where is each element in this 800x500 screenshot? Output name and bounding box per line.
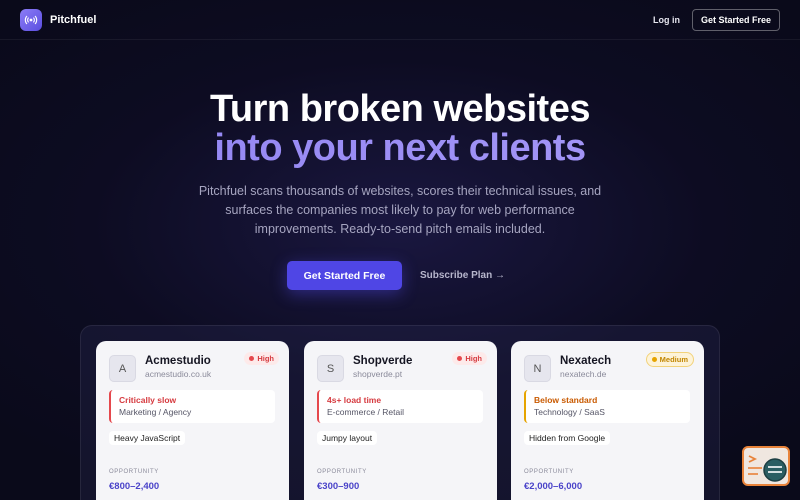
issue-box: Below standard Technology / SaaS — [524, 390, 690, 423]
support-chat-icon[interactable] — [742, 446, 790, 486]
issue-tag: Hidden from Google — [524, 431, 611, 445]
opportunity-label: OPPORTUNITY — [109, 469, 159, 475]
company-avatar: A — [109, 355, 136, 382]
company-domain: acmestudio.co.uk — [145, 369, 212, 379]
company-name: Shopverde — [353, 355, 413, 367]
status-dot-icon — [457, 356, 463, 361]
lead-card[interactable]: N Nexatech nexatech.de Medium Below stan… — [511, 341, 704, 500]
opportunity-label: OPPORTUNITY — [317, 469, 367, 475]
priority-badge: High — [244, 352, 279, 365]
issue-tag: Heavy JavaScript — [109, 431, 186, 445]
issue-title: 4s+ load time — [327, 395, 382, 405]
issue-category: Technology / SaaS — [534, 407, 605, 417]
company-domain: nexatech.de — [560, 369, 607, 379]
subscribe-plan-link[interactable]: Subscribe Plan → — [412, 261, 513, 290]
company-avatar: N — [524, 355, 551, 382]
status-dot-icon — [651, 357, 657, 362]
issue-tag: Jumpy layout — [317, 431, 378, 445]
login-link[interactable]: Log in — [653, 15, 680, 25]
brand-name: Pitchfuel — [50, 13, 97, 26]
company-name: Nexatech — [560, 355, 612, 367]
hero-title-line2: into your next clients — [0, 128, 800, 168]
opportunity-value: €800–2,400 — [109, 481, 160, 492]
broadcast-icon — [20, 8, 42, 31]
brand[interactable]: Pitchfuel — [20, 8, 97, 31]
hero-title-line1: Turn broken websites — [210, 88, 590, 130]
get-started-button[interactable]: Get Started Free — [286, 261, 402, 290]
opportunity-value: €2,000–6,000 — [524, 481, 583, 492]
company-avatar: S — [317, 355, 344, 382]
priority-label: Medium — [659, 355, 688, 364]
card-header: A Acmestudio acmestudio.co.uk — [109, 355, 211, 382]
nav-actions: Log in Get Started Free — [653, 8, 780, 31]
hero: Turn broken websites into your next clie… — [0, 90, 800, 239]
issue-box: Critically slow Marketing / Agency — [109, 390, 275, 423]
nav-get-started-button[interactable]: Get Started Free — [691, 8, 780, 31]
opportunity-label: OPPORTUNITY — [524, 469, 574, 475]
card-header: N Nexatech nexatech.de — [524, 355, 611, 382]
status-dot-icon — [249, 356, 255, 361]
priority-label: High — [465, 354, 482, 363]
priority-label: High — [257, 354, 274, 363]
priority-badge: High — [452, 352, 487, 365]
lead-card[interactable]: A Acmestudio acmestudio.co.uk High Criti… — [96, 341, 289, 500]
company-name: Acmestudio — [145, 355, 211, 367]
priority-badge: Medium — [645, 352, 694, 367]
hero-subtitle: Pitchfuel scans thousands of websites, s… — [198, 184, 602, 236]
issue-title: Critically slow — [119, 395, 177, 405]
opportunity-value: €300–900 — [317, 481, 360, 492]
issue-box: 4s+ load time E-commerce / Retail — [317, 390, 483, 423]
lead-card[interactable]: S Shopverde shopverde.pt High 4s+ load t… — [304, 341, 497, 500]
issue-title: Below standard — [534, 395, 598, 405]
top-nav: Pitchfuel Log in Get Started Free — [0, 0, 800, 40]
card-header: S Shopverde shopverde.pt — [317, 355, 412, 382]
issue-category: E-commerce / Retail — [327, 407, 404, 417]
issue-category: Marketing / Agency — [119, 407, 192, 417]
hero-ctas: Get Started Free Subscribe Plan → — [0, 261, 800, 290]
company-domain: shopverde.pt — [353, 369, 403, 379]
